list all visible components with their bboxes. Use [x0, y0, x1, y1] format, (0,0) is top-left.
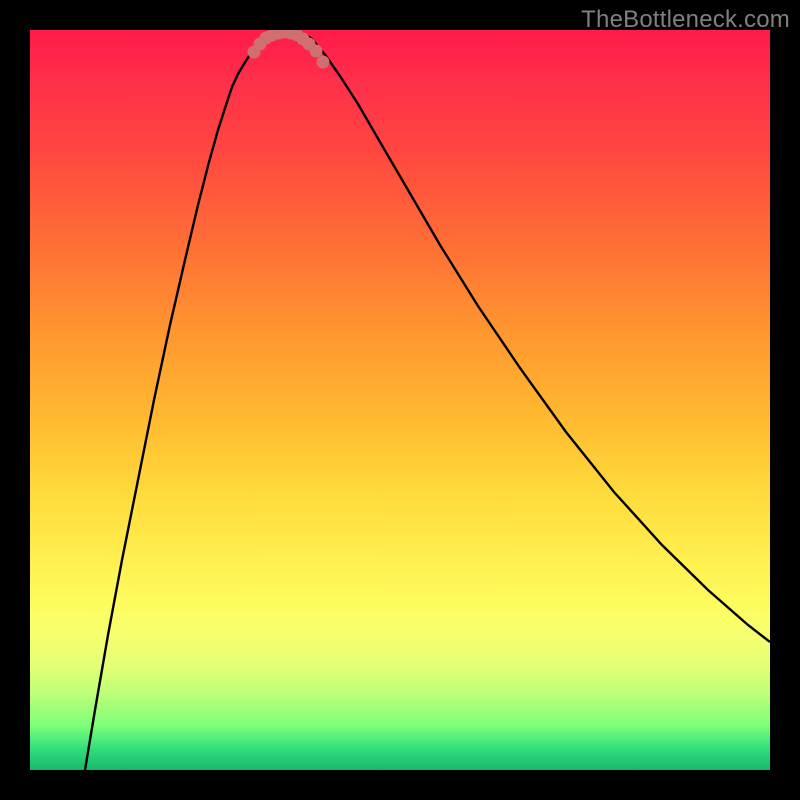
chart-frame	[30, 30, 770, 770]
pink-dots-group	[248, 30, 330, 69]
watermark-label: TheBottleneck.com	[581, 6, 790, 34]
pink-dot	[317, 56, 330, 69]
chart-svg	[30, 30, 770, 770]
curve-group	[85, 31, 770, 770]
pink-dot	[310, 45, 323, 58]
right-branch-path	[316, 44, 770, 642]
left-branch-path	[85, 40, 260, 770]
